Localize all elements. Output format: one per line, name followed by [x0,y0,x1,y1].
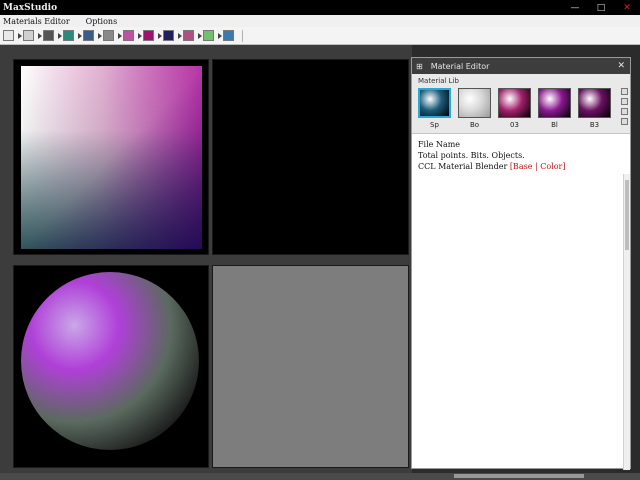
toolbar-tool-2[interactable] [18,30,34,41]
material-swatch[interactable]: Bl [538,88,571,129]
arrow-icon [198,32,202,39]
toolbar [0,27,640,45]
toolbar-tool-4[interactable] [58,30,74,41]
material-swatch[interactable]: 03 [498,88,531,129]
color-gradient-square [21,66,202,249]
toolbar-tool-11[interactable] [198,30,214,41]
toolbar-tool-7[interactable] [118,30,134,41]
arrow-icon [218,32,222,39]
swatch-preview [498,88,531,118]
arrow-icon [138,32,142,39]
viewport-bottom-right[interactable] [212,265,409,468]
viewport-top-left[interactable] [13,59,209,255]
swatch-row: Sp Bo 03 Bl B3 [418,88,611,129]
tool-icon [3,30,14,41]
panel-scroll-thumb[interactable] [625,180,629,250]
material-library: Material Lib Sp Bo 03 Bl B3 [412,74,630,134]
panel-close-icon[interactable]: ✕ [617,61,625,71]
info-file-name: File Name [418,140,461,149]
panel-header: ⊞ Material Editor ✕ [412,58,630,74]
arrow-icon [78,32,82,39]
scroll-down-button[interactable] [621,118,628,125]
menu-item-options[interactable]: Options [86,17,118,26]
menu-bar: Materials Editor Options [0,15,640,27]
menu-item-materials-editor[interactable]: Materials Editor [3,17,70,26]
swatch-preview [578,88,611,118]
tool-icon [183,30,194,41]
window-title: MaxStudio [3,2,58,13]
arrow-icon [178,32,182,39]
toolbar-tool-10[interactable] [178,30,194,41]
tool-icon [143,30,154,41]
swatch-caption: Bo [469,121,480,129]
toolbar-tool-6[interactable] [98,30,114,41]
swatch-caption: 03 [510,121,519,129]
swatch-caption: Sp [430,121,439,129]
horizontal-scrollbar[interactable] [454,474,584,478]
swatch-caption: B3 [589,121,600,129]
arrow-icon [18,32,22,39]
tool-icon [83,30,94,41]
maximize-button[interactable]: □ [588,0,614,15]
close-button[interactable]: ✕ [614,0,640,15]
title-bar: MaxStudio — □ ✕ [0,0,640,15]
toolbar-tool-5[interactable] [78,30,94,41]
arrow-icon [38,32,42,39]
tool-icon [103,30,114,41]
toolbar-tool-8[interactable] [138,30,154,41]
swatch-preview [418,88,451,118]
material-panel: ⊞ Material Editor ✕ Material Lib Sp Bo 03 B… [411,57,631,470]
tool-icon [163,30,174,41]
tool-icon [223,30,234,41]
arrow-icon [118,32,122,39]
material-info: File Name Total points. Bits. Objects. C… [412,134,630,177]
material-sphere [21,272,199,450]
library-label: Material Lib [418,77,459,85]
info-totals: Total points. Bits. Objects. [418,151,525,160]
viewport-area [0,45,412,473]
window-controls: — □ ✕ [562,0,640,15]
arrow-icon [58,32,62,39]
panel-scrollbar[interactable] [623,174,630,470]
swatch-preview [538,88,571,118]
toolbar-separator [242,29,243,42]
panel-title: Material Editor [430,61,490,71]
bottom-bar [0,473,640,480]
swatch-preview [458,88,491,118]
material-swatch[interactable]: Sp [418,88,451,129]
scroll-up-button[interactable] [621,88,628,95]
list-view-button[interactable] [621,98,628,105]
material-swatch[interactable]: Bo [458,88,491,129]
minimize-button[interactable]: — [562,0,588,15]
pin-icon[interactable]: ⊞ [416,62,423,71]
tool-icon [43,30,54,41]
viewport-bottom-left[interactable] [13,265,209,468]
toolbar-tool-3[interactable] [38,30,54,41]
toolbar-tool-1[interactable] [3,30,14,41]
side-buttons [621,88,628,125]
tool-icon [23,30,34,41]
tool-icon [123,30,134,41]
app-window: MaxStudio — □ ✕ Materials Editor Options… [0,0,640,480]
tool-icon [203,30,214,41]
info-blender-label: CCL Material Blender [418,162,508,171]
arrow-icon [98,32,102,39]
tool-icon [63,30,74,41]
info-blender: CCL Material Blender [Base | Color] [418,161,624,172]
material-swatch[interactable]: B3 [578,88,611,129]
grid-view-button[interactable] [621,108,628,115]
arrow-icon [158,32,162,39]
toolbar-tool-9[interactable] [158,30,174,41]
info-blender-tag[interactable]: [Base | Color] [510,162,566,171]
viewport-top-right[interactable] [212,59,409,255]
toolbar-tool-12[interactable] [218,30,234,41]
swatch-caption: Bl [551,121,558,129]
